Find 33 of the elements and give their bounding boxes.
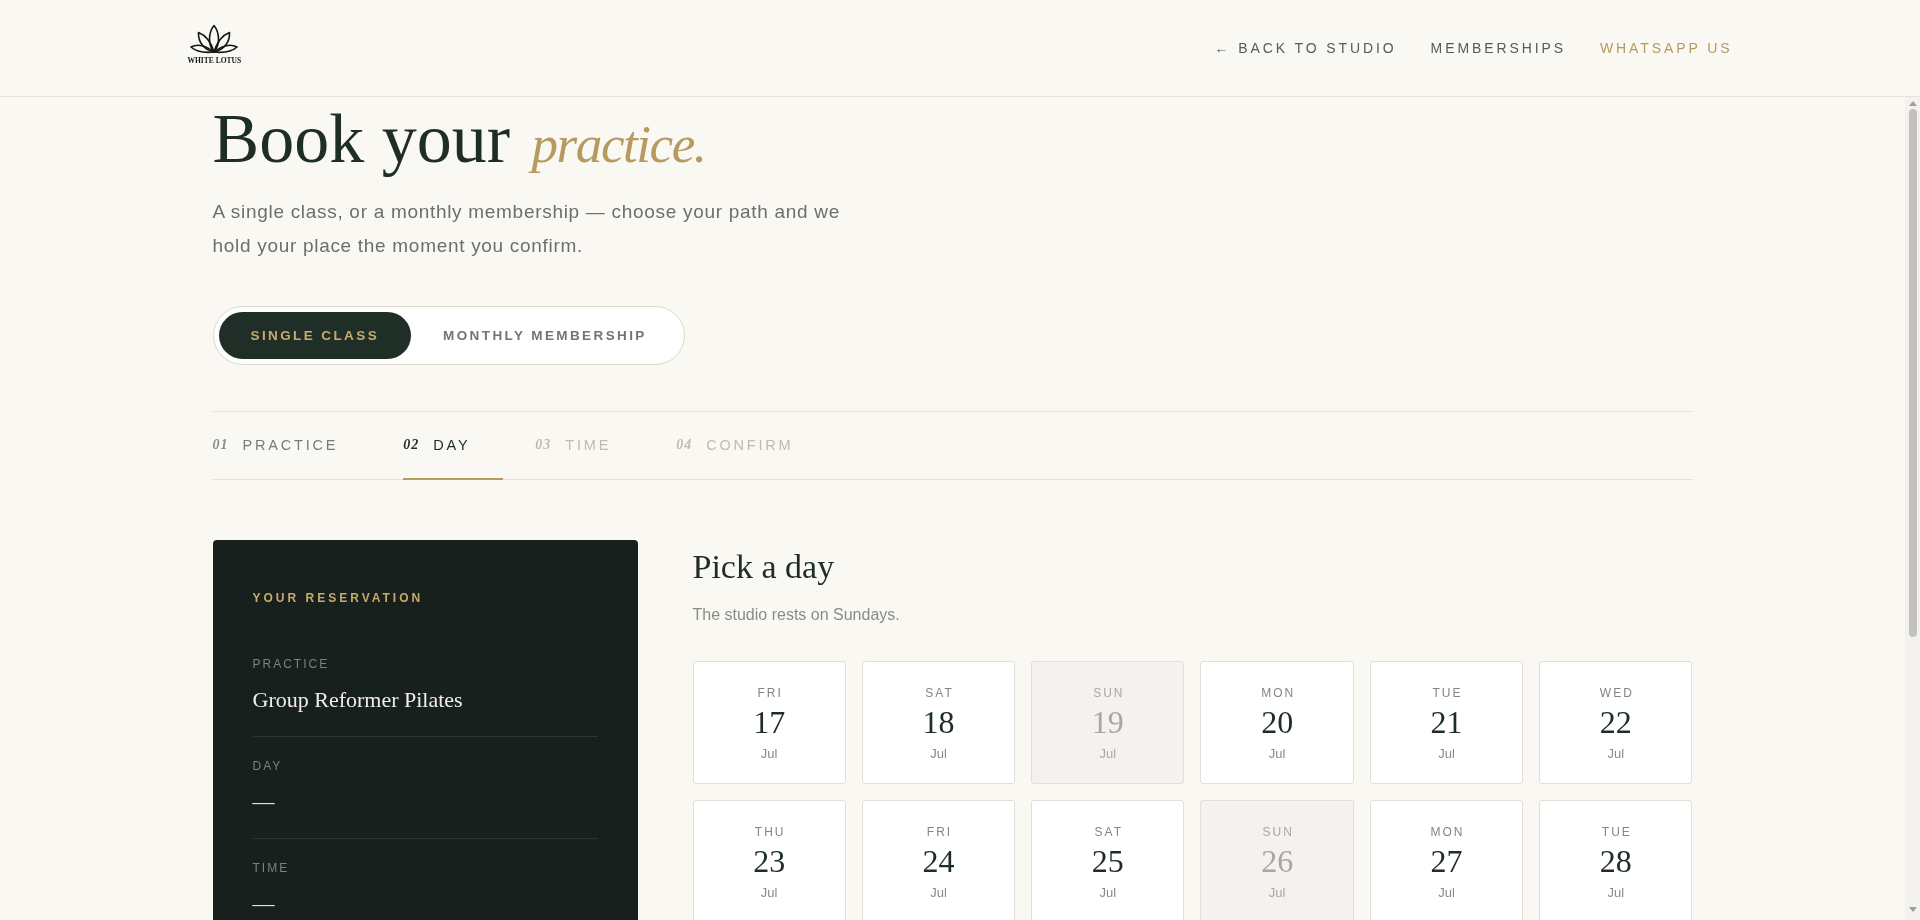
- day-button: SUN 19 Jul: [1031, 661, 1185, 784]
- scrollbar-thumb[interactable]: [1908, 109, 1917, 637]
- day-button[interactable]: TUE 21 Jul: [1369, 661, 1524, 784]
- reservation-field-label: TIME: [252, 860, 291, 876]
- lotus-logo-icon[interactable]: [190, 23, 239, 54]
- reservation-field-label: DAY: [252, 758, 284, 774]
- step-tab[interactable]: 01 PRACTICE: [212, 412, 372, 480]
- day-button[interactable]: TUE 28 Jul: [1539, 800, 1693, 920]
- reservation-field-value: —: [252, 788, 276, 816]
- nav-link[interactable]: MEMBERSHIPS: [1430, 40, 1566, 56]
- reservation-field-value: Group Reformer Pilates: [252, 686, 464, 714]
- day-button[interactable]: MON 27 Jul: [1369, 800, 1524, 920]
- nav-link[interactable]: ← BACK TO STUDIO: [1214, 40, 1397, 56]
- day-button[interactable]: FRI 24 Jul: [861, 800, 1016, 920]
- page-title: Book your practice.: [212, 100, 707, 179]
- day-button[interactable]: MON 20 Jul: [1200, 661, 1354, 784]
- reservation-title: YOUR RESERVATION: [252, 590, 425, 606]
- scroll-down-icon[interactable]: [1908, 907, 1917, 912]
- booking-type-option[interactable]: MONTHLY MEMBERSHIP: [411, 312, 679, 359]
- day-button[interactable]: SAT 18 Jul: [861, 661, 1016, 784]
- reservation-field-label: PRACTICE: [252, 656, 331, 672]
- section-note: The studio rests on Sundays.: [692, 605, 901, 625]
- day-button[interactable]: THU 23 Jul: [692, 800, 846, 920]
- day-button[interactable]: WED 22 Jul: [1539, 661, 1693, 784]
- reservation-field-value: —: [252, 890, 276, 918]
- scroll-up-icon[interactable]: [1908, 101, 1917, 106]
- day-button[interactable]: SAT 25 Jul: [1031, 800, 1185, 920]
- day-button[interactable]: FRI 17 Jul: [692, 661, 846, 784]
- day-button: SUN 26 Jul: [1200, 800, 1354, 920]
- booking-type-option[interactable]: SINGLE CLASS: [218, 312, 412, 359]
- page-intro: A single class, or a monthly membership — choose your path and we hold your place the moment you confirm.: [212, 200, 841, 258]
- section-title: Pick a day: [692, 547, 836, 587]
- step-tab[interactable]: 02 DAY: [403, 412, 504, 480]
